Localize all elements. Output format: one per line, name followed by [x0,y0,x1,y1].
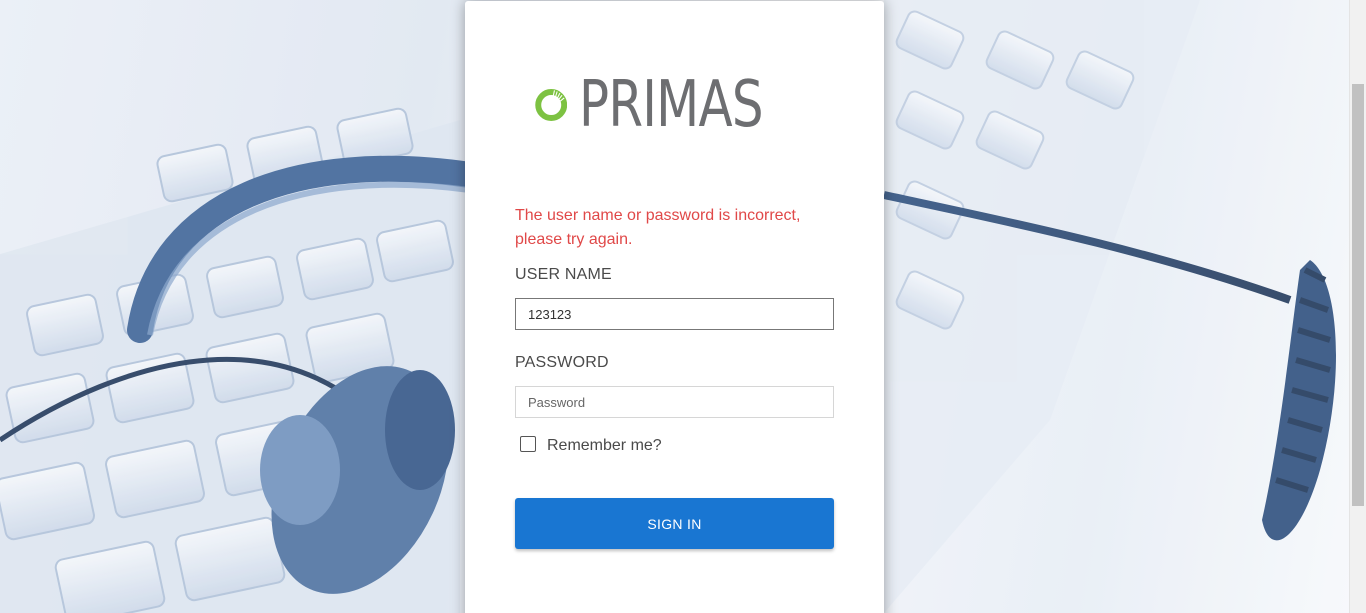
username-label: USER NAME [515,266,612,283]
password-label: PASSWORD [515,354,609,371]
login-card: PRIMAS The user name or password is inco… [465,1,884,613]
remember-me-label: Remember me? [547,437,662,454]
password-input[interactable] [515,386,834,418]
scrollbar-thumb[interactable] [1352,84,1364,506]
remember-me-checkbox[interactable] [520,436,536,452]
remember-me-option[interactable]: Remember me? [520,433,662,455]
page-scrollbar[interactable] [1349,0,1366,613]
login-page: PRIMAS The user name or password is inco… [0,0,1366,613]
brand-logo: PRIMAS [535,73,815,137]
login-error-message: The user name or password is incorrect, … [515,207,801,248]
primas-ring-logo-icon [535,89,568,121]
username-input[interactable] [515,298,834,330]
sign-in-button[interactable]: SIGN IN [515,498,834,549]
brand-name: PRIMAS [579,68,764,142]
